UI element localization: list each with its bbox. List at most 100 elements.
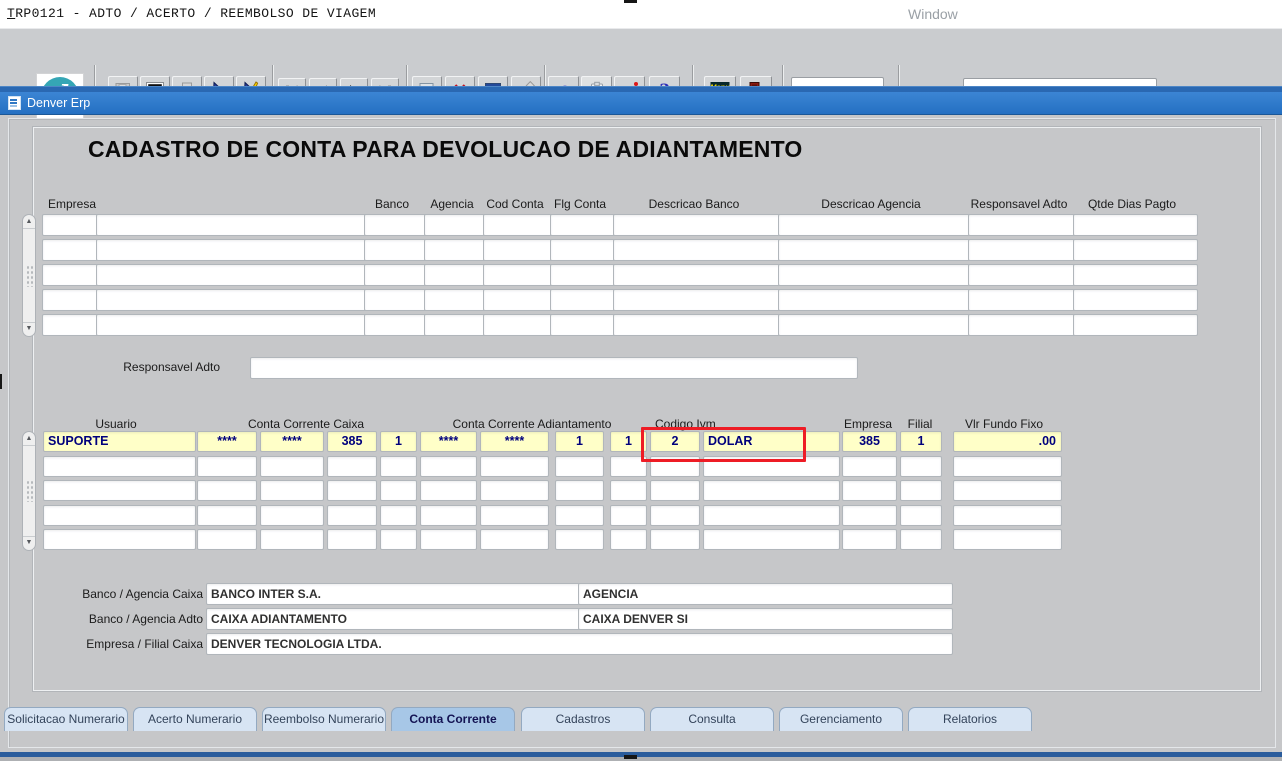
responsavel-adto-field[interactable] <box>250 357 858 379</box>
grid1-cell[interactable] <box>968 264 1077 286</box>
grid1-cell[interactable] <box>778 264 970 286</box>
grid2-cell[interactable]: **** <box>480 431 549 452</box>
grid2-cell[interactable] <box>197 505 257 526</box>
grid1-cell[interactable] <box>96 239 367 261</box>
grid1-cell[interactable] <box>42 239 99 261</box>
grid1-cell[interactable] <box>1073 214 1198 236</box>
grid1-cell[interactable] <box>550 239 617 261</box>
grid2-cell[interactable] <box>260 505 324 526</box>
grid1-cell[interactable] <box>550 264 617 286</box>
grid1-cell[interactable] <box>968 239 1077 261</box>
grid1-cell[interactable] <box>96 214 367 236</box>
grid2-cell[interactable] <box>380 529 417 550</box>
tab-gerenciamento[interactable]: Gerenciamento <box>779 707 903 731</box>
grid2-cell[interactable] <box>555 480 604 501</box>
grid1-cell[interactable] <box>1073 289 1198 311</box>
tab-relatorios[interactable]: Relatorios <box>908 707 1032 731</box>
grid1-cell[interactable] <box>96 264 367 286</box>
grid2-cell[interactable] <box>420 480 477 501</box>
grid2-cell[interactable]: .00 <box>953 431 1062 452</box>
grid1-cell[interactable] <box>424 264 486 286</box>
grid1-cell[interactable] <box>483 239 553 261</box>
grid2-cell[interactable] <box>900 456 942 477</box>
grid2-cell[interactable] <box>420 456 477 477</box>
grid2-cell[interactable] <box>327 456 377 477</box>
tab-acerto-numerario[interactable]: Acerto Numerario <box>133 707 257 731</box>
grid1-cell[interactable] <box>483 314 553 336</box>
grid2-cell[interactable] <box>197 529 257 550</box>
grid1-cell[interactable] <box>613 289 782 311</box>
scroll-down-icon[interactable]: ▼ <box>23 536 35 549</box>
grid1-cell[interactable] <box>483 264 553 286</box>
detail-field[interactable]: CAIXA DENVER SI <box>578 608 953 630</box>
grid1-cell[interactable] <box>42 314 99 336</box>
grid1-cell[interactable] <box>424 289 486 311</box>
grid2-cell[interactable] <box>43 529 196 550</box>
grid1-cell[interactable] <box>364 289 427 311</box>
grid2-cell[interactable] <box>703 505 840 526</box>
window-menu-item[interactable]: Window <box>908 6 958 22</box>
scroll-up-icon[interactable]: ▲ <box>23 216 35 229</box>
grid2-cell[interactable]: 1 <box>900 431 942 452</box>
grid2-cell[interactable] <box>650 529 700 550</box>
grid2-cell[interactable] <box>197 456 257 477</box>
grid2-cell[interactable] <box>842 529 897 550</box>
grid2-cell[interactable] <box>480 456 549 477</box>
grid1-cell[interactable] <box>42 264 99 286</box>
grid1-cell[interactable] <box>968 289 1077 311</box>
grid1-cell[interactable] <box>483 214 553 236</box>
grid1-cell[interactable] <box>424 214 486 236</box>
tab-solicitacao-numerario[interactable]: Solicitacao Numerario <box>4 707 128 731</box>
detail-field[interactable]: DENVER TECNOLOGIA LTDA. <box>206 633 953 655</box>
grid2-cell[interactable]: **** <box>197 431 257 452</box>
grid2-cell[interactable]: **** <box>260 431 324 452</box>
grid1-cell[interactable] <box>968 214 1077 236</box>
grid2-cell[interactable] <box>650 480 700 501</box>
grid2-cell[interactable] <box>953 529 1062 550</box>
grid1-cell[interactable] <box>42 289 99 311</box>
grid1-cell[interactable] <box>424 239 486 261</box>
grid2-cell[interactable] <box>43 480 196 501</box>
grid2-cell[interactable] <box>260 529 324 550</box>
grid2-cell[interactable] <box>555 505 604 526</box>
grid2-cell[interactable]: 385 <box>327 431 377 452</box>
grid2-cell[interactable] <box>610 529 647 550</box>
grid2-cell[interactable] <box>327 480 377 501</box>
grid1-cell[interactable] <box>778 314 970 336</box>
grid1-cell[interactable] <box>424 314 486 336</box>
vertical-scrollbar[interactable]: ▲▼ <box>22 214 36 337</box>
grid2-cell[interactable] <box>480 505 549 526</box>
grid2-cell[interactable]: 385 <box>842 431 897 452</box>
grid1-cell[interactable] <box>42 214 99 236</box>
detail-field[interactable]: CAIXA ADIANTAMENTO <box>206 608 581 630</box>
grid2-cell[interactable] <box>900 480 942 501</box>
grid1-cell[interactable] <box>613 264 782 286</box>
detail-field[interactable]: AGENCIA <box>578 583 953 605</box>
grid2-cell[interactable] <box>327 505 377 526</box>
grid2-cell[interactable] <box>43 505 196 526</box>
grid2-cell[interactable] <box>842 456 897 477</box>
grid1-cell[interactable] <box>1073 314 1198 336</box>
grid2-cell[interactable] <box>380 456 417 477</box>
grid2-cell[interactable] <box>260 456 324 477</box>
scroll-up-icon[interactable]: ▲ <box>23 433 35 446</box>
grid2-cell[interactable]: SUPORTE <box>43 431 196 452</box>
grid2-cell[interactable] <box>420 529 477 550</box>
grid1-cell[interactable] <box>364 264 427 286</box>
grid1-cell[interactable] <box>613 314 782 336</box>
grid1-cell[interactable] <box>778 289 970 311</box>
grid2-cell[interactable] <box>900 505 942 526</box>
grid1-cell[interactable] <box>364 239 427 261</box>
grid2-cell[interactable] <box>900 529 942 550</box>
tab-reembolso-numerario[interactable]: Reembolso Numerario <box>262 707 386 731</box>
tab-consulta[interactable]: Consulta <box>650 707 774 731</box>
grid2-cell[interactable] <box>953 480 1062 501</box>
grid2-cell[interactable] <box>420 505 477 526</box>
detail-field[interactable]: BANCO INTER S.A. <box>206 583 581 605</box>
grid2-cell[interactable] <box>953 505 1062 526</box>
grid1-cell[interactable] <box>968 314 1077 336</box>
scroll-down-icon[interactable]: ▼ <box>23 322 35 335</box>
grid1-cell[interactable] <box>483 289 553 311</box>
grid1-cell[interactable] <box>1073 239 1198 261</box>
grid2-cell[interactable] <box>555 529 604 550</box>
